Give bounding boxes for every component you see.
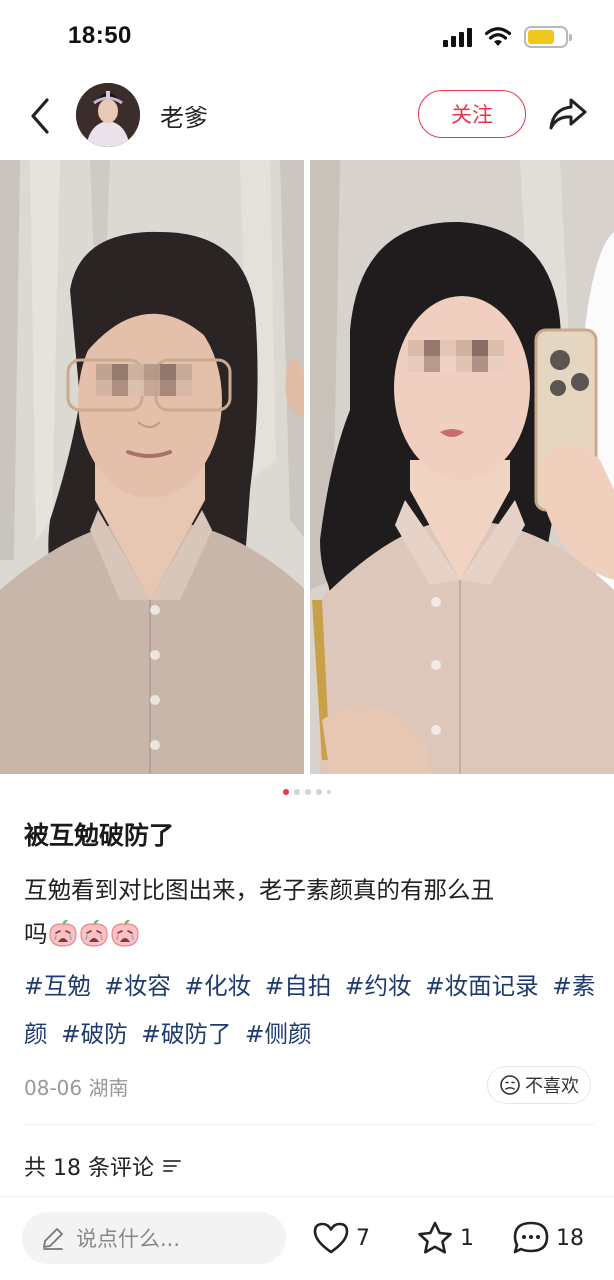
sort-icon[interactable]: [162, 1158, 182, 1174]
dislike-button[interactable]: 不喜欢: [487, 1066, 591, 1104]
post-body: 互勉看到对比图出来，老子素颜真的有那么丑 吗: [24, 868, 594, 956]
post-date-location: 08-06 湖南: [24, 1076, 129, 1100]
post-body-text: 吗: [24, 920, 48, 948]
tag-link[interactable]: #侧颜: [245, 1020, 312, 1048]
comment-input[interactable]: 说点什么...: [22, 1212, 286, 1264]
post-tags: #互勉 #妆容 #化妆 #自拍 #约妆 #妆面记录 #素颜 #破防 #破防了 #…: [24, 962, 598, 1058]
heart-icon: [313, 1222, 349, 1254]
follow-button[interactable]: 关注: [418, 90, 526, 138]
comment-button[interactable]: 18: [512, 1214, 584, 1262]
frown-face-icon: [500, 1075, 520, 1095]
share-button[interactable]: [544, 92, 592, 136]
comment-count: 18: [556, 1225, 584, 1251]
share-icon: [549, 98, 587, 130]
bottom-bar-divider: [0, 1196, 614, 1197]
comments-count-label: 共 18 条评论: [24, 1156, 154, 1181]
comments-header: 共 18 条评论: [24, 1150, 182, 1182]
author-avatar[interactable]: [76, 83, 140, 147]
post-header: 老爹 关注: [0, 74, 614, 160]
post-body-line: 吗: [24, 912, 594, 956]
tag-link[interactable]: #约妆: [345, 972, 412, 1000]
crying-peach-emoji-icon: [79, 919, 108, 947]
post-image[interactable]: [0, 160, 614, 774]
like-count: 7: [356, 1225, 370, 1251]
crying-peach-emoji-icon: [110, 919, 139, 947]
tag-link[interactable]: #破防: [61, 1020, 128, 1048]
pencil-icon: [43, 1228, 63, 1250]
back-button[interactable]: [20, 94, 60, 138]
status-time: 18:50: [68, 22, 132, 49]
collect-count: 1: [460, 1225, 474, 1251]
divider: [24, 1124, 594, 1125]
battery-icon: [524, 26, 572, 48]
tag-link[interactable]: #互勉: [24, 972, 91, 1000]
crying-peach-emoji-icon: [48, 919, 77, 947]
pager-dot: [327, 790, 331, 794]
pager-dot: [305, 789, 311, 795]
pager-dot: [294, 789, 300, 795]
tag-link[interactable]: #妆面记录: [425, 972, 539, 1000]
back-icon: [31, 98, 49, 134]
tag-link[interactable]: #破防了: [141, 1020, 231, 1048]
status-bar: 18:50: [0, 0, 614, 74]
author-name[interactable]: 老爹: [160, 98, 208, 133]
tag-link[interactable]: #自拍: [265, 972, 332, 1000]
signal-icon: [443, 27, 472, 47]
tag-link[interactable]: #化妆: [184, 972, 251, 1000]
collect-button[interactable]: 1: [416, 1214, 474, 1262]
star-icon: [418, 1221, 452, 1254]
comment-input-placeholder: 说点什么...: [76, 1227, 181, 1251]
wifi-icon: [484, 27, 512, 46]
tag-link[interactable]: #妆容: [104, 972, 171, 1000]
like-button[interactable]: 7: [312, 1214, 370, 1262]
post-title: 被互勉破防了: [24, 821, 175, 850]
comment-bubble-icon: [513, 1221, 549, 1254]
pager-dot: [316, 789, 322, 795]
dislike-label: 不喜欢: [525, 1076, 579, 1097]
image-pager: [0, 789, 614, 795]
post-body-line: 互勉看到对比图出来，老子素颜真的有那么丑: [24, 876, 494, 904]
status-icons: [443, 26, 572, 48]
pager-dot-active: [283, 789, 289, 795]
